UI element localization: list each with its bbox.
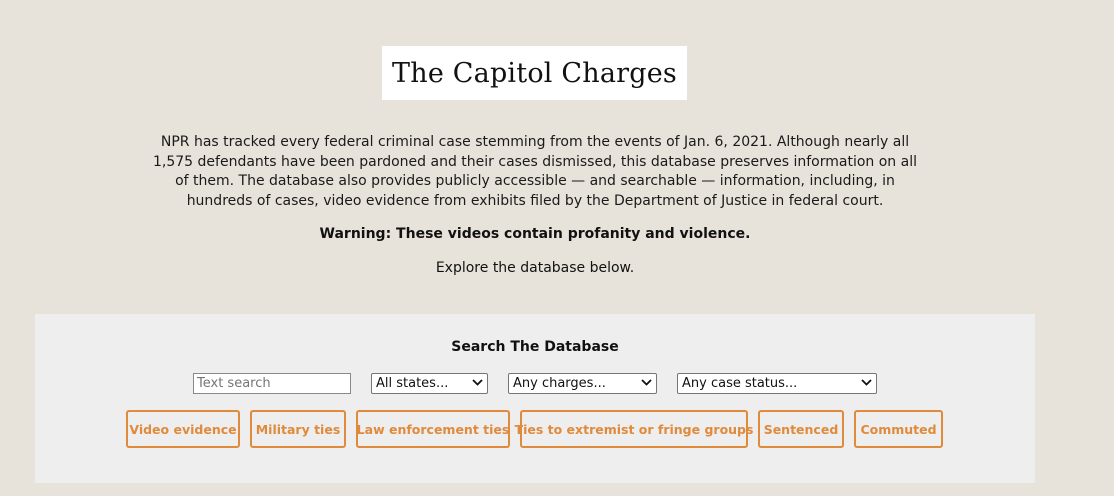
search-heading: Search The Database <box>451 339 619 355</box>
chevron-down-icon <box>861 378 872 389</box>
intro-paragraph: NPR has tracked every federal criminal c… <box>153 134 917 209</box>
filter-commuted-button[interactable]: Commuted <box>854 410 943 448</box>
text-search-input[interactable]: Text search <box>193 373 351 394</box>
filter-video-evidence-button[interactable]: Video evidence <box>126 410 240 448</box>
chevron-down-icon <box>641 378 652 389</box>
search-panel: Search The Database Text search All stat… <box>35 314 1035 483</box>
filter-extremist-ties-button[interactable]: Ties to extremist or fringe groups <box>515 410 753 448</box>
filter-law-enforcement-ties-button[interactable]: Law enforcement ties <box>356 410 510 448</box>
state-select-value: All states... <box>376 376 449 391</box>
charges-select-value: Any charges... <box>513 376 606 391</box>
title-box: The Capitol Charges <box>382 46 687 100</box>
state-select[interactable]: All states... <box>371 373 488 394</box>
explore-text: Explore the database below. <box>435 260 635 276</box>
case-status-select[interactable]: Any case status... <box>677 373 877 394</box>
chevron-down-icon <box>472 378 483 389</box>
charges-select[interactable]: Any charges... <box>508 373 657 394</box>
page-title: The Capitol Charges <box>392 57 677 89</box>
warning-text: Warning: These videos contain profanity … <box>319 226 751 242</box>
filter-sentenced-button[interactable]: Sentenced <box>758 410 844 448</box>
filter-military-ties-button[interactable]: Military ties <box>250 410 346 448</box>
case-status-select-value: Any case status... <box>682 376 798 391</box>
text-search-placeholder: Text search <box>197 376 271 391</box>
